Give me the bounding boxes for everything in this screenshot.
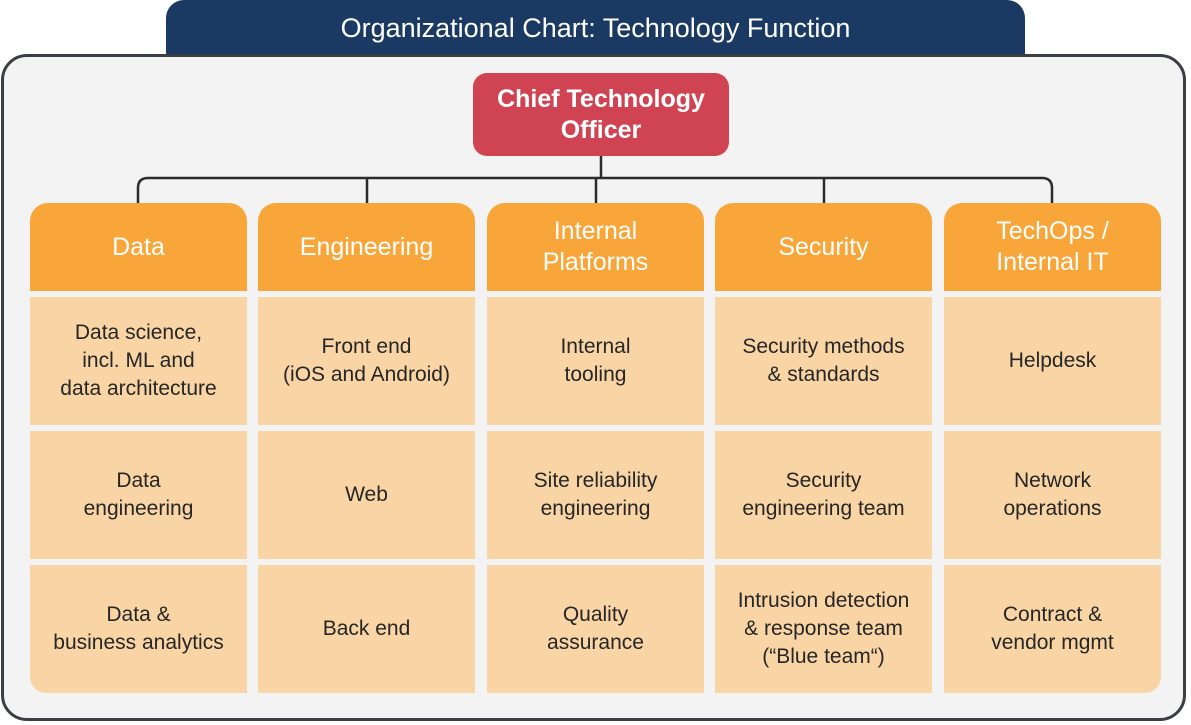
team-box: Data science, incl. ML and data architec… bbox=[30, 297, 247, 425]
department-column-techops: TechOps / Internal IT Helpdesk Network o… bbox=[944, 203, 1161, 693]
department-column-engineering: Engineering Front end (iOS and Android) … bbox=[258, 203, 475, 693]
team-box: Back end bbox=[258, 565, 475, 693]
department-column-security: Security Security methods & standards Se… bbox=[715, 203, 932, 693]
team-box: Security engineering team bbox=[715, 431, 932, 559]
department-column-internal-platforms: Internal Platforms Internal tooling Site… bbox=[487, 203, 704, 693]
cto-box: Chief Technology Officer bbox=[473, 73, 729, 156]
team-box: Site reliability engineering bbox=[487, 431, 704, 559]
team-box: Front end (iOS and Android) bbox=[258, 297, 475, 425]
team-box: Intrusion detection & response team (“Bl… bbox=[715, 565, 932, 693]
team-box: Internal tooling bbox=[487, 297, 704, 425]
department-header: Security bbox=[715, 203, 932, 291]
team-box: Security methods & standards bbox=[715, 297, 932, 425]
team-box: Quality assurance bbox=[487, 565, 704, 693]
department-header: Data bbox=[30, 203, 247, 291]
team-box: Contract & vendor mgmt bbox=[944, 565, 1161, 693]
department-header: Internal Platforms bbox=[487, 203, 704, 291]
team-box: Data engineering bbox=[30, 431, 247, 559]
department-header: Engineering bbox=[258, 203, 475, 291]
team-box: Web bbox=[258, 431, 475, 559]
department-header: TechOps / Internal IT bbox=[944, 203, 1161, 291]
team-box: Data & business analytics bbox=[30, 565, 247, 693]
department-column-data: Data Data science, incl. ML and data arc… bbox=[30, 203, 247, 693]
cto-label: Chief Technology Officer bbox=[497, 84, 705, 144]
team-box: Helpdesk bbox=[944, 297, 1161, 425]
team-box: Network operations bbox=[944, 431, 1161, 559]
